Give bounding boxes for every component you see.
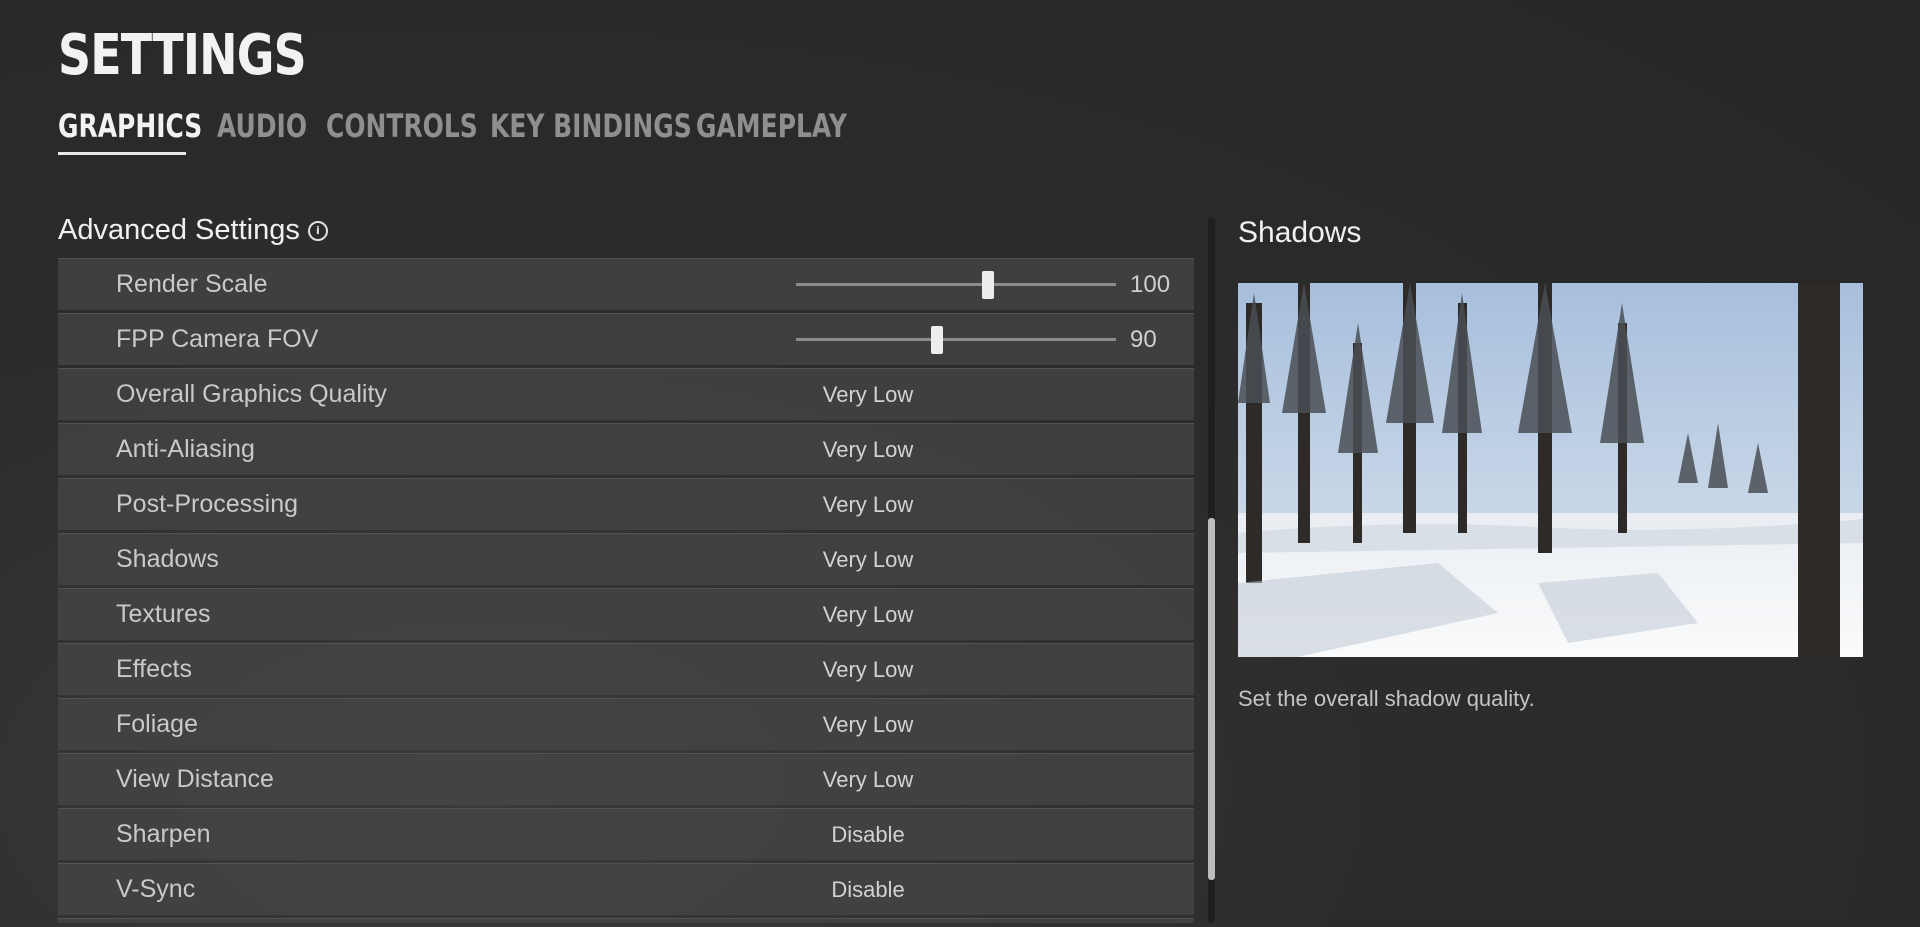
setting-value-selector[interactable]: Very Low bbox=[723, 369, 1013, 420]
setting-value-selector[interactable]: Very Low bbox=[723, 479, 1013, 530]
setting-row-render-scale[interactable]: Render Scale 100 bbox=[58, 258, 1194, 310]
slider-track[interactable] bbox=[796, 283, 1116, 286]
tab-key-bindings-label: KEY BINDINGS bbox=[490, 107, 692, 145]
setting-row-motion-blur[interactable]: Motion Blur Disable bbox=[58, 918, 1194, 923]
settings-list: Render Scale 100 FPP Camera FOV 90 Overall G… bbox=[58, 258, 1194, 923]
setting-value-selector[interactable]: Disable bbox=[723, 919, 1013, 923]
tab-audio-label: AUDIO bbox=[217, 107, 308, 145]
setting-label: Overall Graphics Quality bbox=[116, 380, 387, 408]
setting-label: Render Scale bbox=[116, 270, 268, 298]
tab-graphics[interactable]: GRAPHICS bbox=[58, 110, 243, 142]
setting-row-fpp-camera-fov[interactable]: FPP Camera FOV 90 bbox=[58, 313, 1194, 365]
setting-value-selector[interactable]: Disable bbox=[723, 864, 1013, 915]
setting-row-overall-graphics-quality[interactable]: Overall Graphics Quality Very Low bbox=[58, 368, 1194, 420]
slider-handle[interactable] bbox=[930, 326, 943, 354]
detail-title: Shadows bbox=[1238, 216, 1362, 249]
setting-label: FPP Camera FOV bbox=[116, 325, 319, 353]
setting-label: Post-Processing bbox=[116, 490, 299, 518]
setting-label: Effects bbox=[116, 655, 192, 683]
setting-row-effects[interactable]: Effects Very Low bbox=[58, 643, 1194, 695]
slider-value: 100 bbox=[1130, 271, 1171, 298]
slider-value: 90 bbox=[1130, 326, 1157, 353]
setting-label: View Distance bbox=[116, 765, 274, 793]
setting-value-selector[interactable]: Very Low bbox=[723, 589, 1013, 640]
setting-row-sharpen[interactable]: Sharpen Disable bbox=[58, 808, 1194, 860]
section-title: Advanced Settings i bbox=[58, 214, 328, 247]
setting-label: Shadows bbox=[116, 545, 219, 573]
setting-value-selector[interactable]: Very Low bbox=[723, 534, 1013, 585]
setting-label: Foliage bbox=[116, 710, 198, 738]
preview-image bbox=[1238, 283, 1863, 657]
page-title: SETTINGS bbox=[58, 23, 307, 88]
section-title-text: Advanced Settings bbox=[58, 214, 300, 246]
tab-gameplay-label: GAMEPLAY bbox=[696, 107, 847, 145]
settings-screen: SETTINGS GRAPHICS AUDIO CONTROLS KEY BIN… bbox=[0, 0, 1920, 927]
info-icon[interactable]: i bbox=[307, 220, 328, 241]
active-tab-underline bbox=[58, 152, 186, 155]
setting-row-shadows[interactable]: Shadows Very Low bbox=[58, 533, 1194, 585]
setting-row-view-distance[interactable]: View Distance Very Low bbox=[58, 753, 1194, 805]
slider-handle[interactable] bbox=[982, 271, 994, 299]
snowy-forest-preview bbox=[1238, 283, 1863, 657]
setting-row-anti-aliasing[interactable]: Anti-Aliasing Very Low bbox=[58, 423, 1194, 475]
tab-controls-label: CONTROLS bbox=[326, 107, 478, 145]
setting-value-selector[interactable]: Very Low bbox=[723, 699, 1013, 750]
setting-label: Textures bbox=[116, 600, 211, 628]
setting-value-selector[interactable]: Very Low bbox=[723, 424, 1013, 475]
scrollbar-thumb[interactable] bbox=[1208, 518, 1215, 880]
setting-label: Sharpen bbox=[116, 820, 211, 848]
setting-row-textures[interactable]: Textures Very Low bbox=[58, 588, 1194, 640]
setting-value-selector[interactable]: Very Low bbox=[723, 754, 1013, 805]
tab-gameplay[interactable]: GAMEPLAY bbox=[696, 110, 889, 142]
tab-audio[interactable]: AUDIO bbox=[217, 110, 332, 142]
setting-label: Motion Blur bbox=[116, 919, 242, 923]
setting-value-selector[interactable]: Disable bbox=[723, 809, 1013, 860]
setting-row-v-sync[interactable]: V-Sync Disable bbox=[58, 863, 1194, 915]
slider-track[interactable] bbox=[796, 338, 1116, 341]
setting-label: V-Sync bbox=[116, 875, 196, 903]
tab-graphics-label: GRAPHICS bbox=[58, 107, 203, 145]
setting-row-foliage[interactable]: Foliage Very Low bbox=[58, 698, 1194, 750]
setting-value-selector[interactable]: Very Low bbox=[723, 644, 1013, 695]
setting-label: Anti-Aliasing bbox=[116, 435, 255, 463]
detail-description: Set the overall shadow quality. bbox=[1238, 686, 1535, 711]
setting-row-post-processing[interactable]: Post-Processing Very Low bbox=[58, 478, 1194, 530]
